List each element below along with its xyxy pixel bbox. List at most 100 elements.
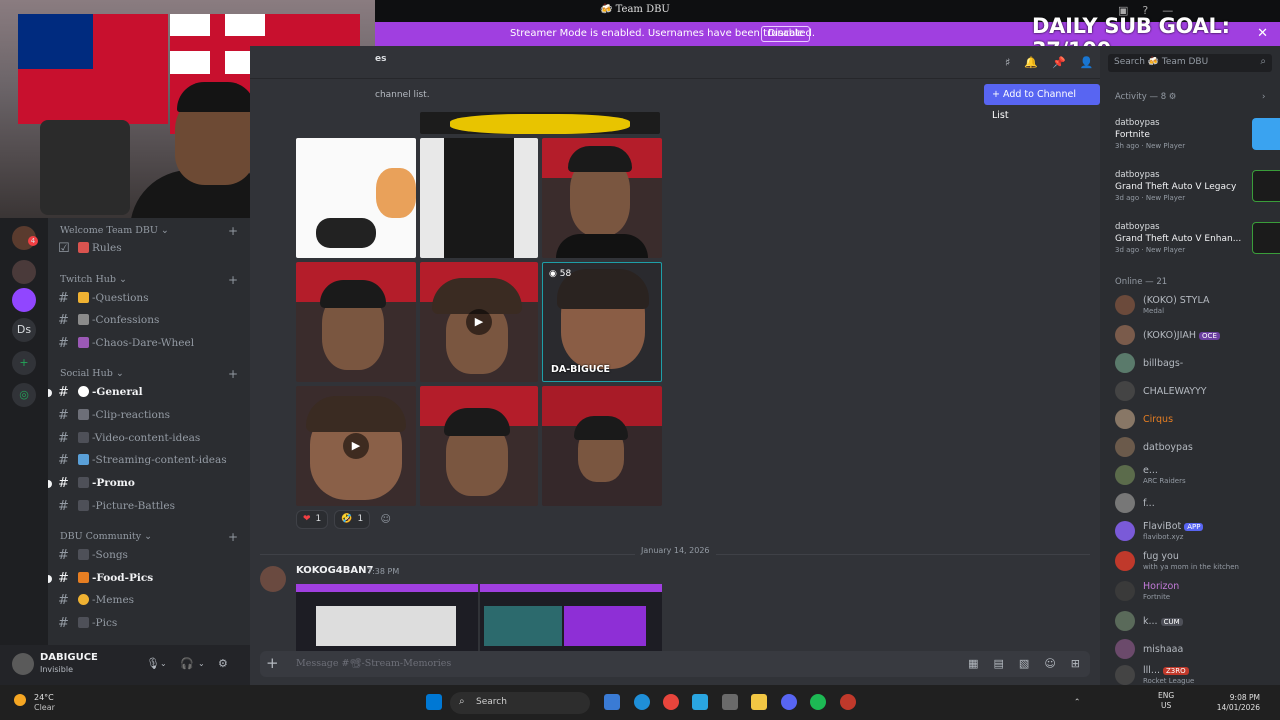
- server-ds[interactable]: Ds: [12, 318, 36, 342]
- taskbar-search[interactable]: ⌕ Search: [450, 692, 590, 714]
- media-tile[interactable]: [296, 262, 416, 382]
- avatar[interactable]: [12, 653, 34, 675]
- laugh-icon: [78, 594, 89, 605]
- media-tile[interactable]: [420, 138, 538, 258]
- channel-chaos-dare-wheel[interactable]: # -Chaos-Dare-Wheel: [58, 334, 244, 354]
- add-attachment-icon[interactable]: +: [266, 654, 279, 672]
- play-icon[interactable]: ▶: [343, 433, 369, 459]
- activity-header[interactable]: Activity — 8 ⚙: [1115, 92, 1176, 102]
- play-icon[interactable]: ▶: [466, 309, 492, 335]
- app-icon[interactable]: [840, 694, 856, 710]
- bell-icon[interactable]: 🔔: [1024, 56, 1038, 69]
- channel-rules[interactable]: ☑ Rules: [58, 239, 244, 259]
- settings-app-icon[interactable]: [722, 694, 738, 710]
- gear-icon[interactable]: ⚙: [218, 657, 228, 670]
- activity-meta: 3d ago · New Player: [1115, 194, 1186, 202]
- category-social-hub[interactable]: Social Hub ⌄ +: [60, 367, 238, 381]
- member-row[interactable]: (KOKO) STYLA Medal: [1115, 294, 1280, 316]
- chevron-down-icon[interactable]: ⌄: [160, 659, 167, 668]
- member-row[interactable]: k... CUM: [1115, 610, 1280, 632]
- media-tile[interactable]: [420, 112, 660, 134]
- avatar[interactable]: [260, 566, 286, 592]
- language-indicator[interactable]: ENG US: [1158, 691, 1174, 711]
- media-tile[interactable]: [542, 386, 662, 506]
- add-channel-icon[interactable]: +: [228, 273, 238, 287]
- apps-icon[interactable]: ⊞: [1071, 657, 1080, 670]
- member-row[interactable]: f...: [1115, 492, 1280, 514]
- chevron-down-icon[interactable]: ⌄: [198, 659, 205, 668]
- member-row[interactable]: billbags-: [1115, 352, 1280, 374]
- add-reaction-icon[interactable]: ☺: [376, 510, 395, 529]
- activity-card[interactable]: datboypas Grand Theft Auto V Enhan... 3d…: [1115, 222, 1280, 272]
- media-tile[interactable]: ◉ 58 DA-BIGUCE: [542, 262, 662, 382]
- headphones-icon[interactable]: 🎧: [180, 657, 194, 670]
- channel-songs[interactable]: # -Songs: [58, 546, 244, 566]
- add-server-icon[interactable]: +: [12, 351, 36, 375]
- chevron-right-icon[interactable]: ›: [1262, 92, 1265, 102]
- media-tile[interactable]: [420, 386, 538, 506]
- member-row[interactable]: FlaviBot APP flavibot.xyz: [1115, 520, 1280, 542]
- start-icon[interactable]: [426, 694, 442, 710]
- media-tile[interactable]: ▶: [420, 262, 538, 382]
- channel-general[interactable]: # -General: [48, 383, 244, 403]
- channel-picture-battles[interactable]: # -Picture-Battles: [58, 497, 244, 517]
- channel-food-pics[interactable]: # -Food-Pics: [48, 569, 244, 589]
- clock[interactable]: 9:08 PM 14/01/2026: [1200, 693, 1260, 713]
- media-tile[interactable]: [542, 138, 662, 258]
- message-composer[interactable]: + Message #📽-Stream-Memories ▦ ▤ ▧ ☺ ⊞: [260, 651, 1090, 677]
- channel-streaming-content-ideas[interactable]: # -Streaming-content-ideas: [58, 451, 244, 471]
- edge-icon[interactable]: [634, 694, 650, 710]
- reaction-laugh[interactable]: 🤣 1: [334, 510, 371, 529]
- category-dbu-community[interactable]: DBU Community ⌄ +: [60, 530, 238, 544]
- channel-promo[interactable]: # -Promo: [48, 474, 244, 494]
- member-row[interactable]: CHALEWAYYY: [1115, 380, 1280, 402]
- add-channel-icon[interactable]: +: [228, 367, 238, 381]
- discover-icon[interactable]: ◎: [12, 383, 36, 407]
- message-author[interactable]: KOKOG4BAN7: [296, 565, 373, 576]
- gif-icon[interactable]: ▤: [994, 657, 1004, 670]
- rules-icon: ☑: [58, 241, 70, 256]
- add-channel-icon[interactable]: +: [228, 224, 238, 238]
- activity-card[interactable]: datboypas Fortnite 3h ago · New Player: [1115, 118, 1280, 168]
- members-icon[interactable]: 👤: [1080, 56, 1094, 69]
- media-tile[interactable]: ▶: [296, 386, 416, 506]
- chrome-icon[interactable]: [663, 694, 679, 710]
- add-channel-icon[interactable]: +: [228, 530, 238, 544]
- app-icon[interactable]: [692, 694, 708, 710]
- server-icon[interactable]: [12, 260, 36, 284]
- channel-questions[interactable]: # -Questions: [58, 289, 244, 309]
- emoji-icon[interactable]: ☺: [1044, 657, 1055, 670]
- pin-icon[interactable]: 📌: [1052, 56, 1066, 69]
- reaction-heart[interactable]: ❤ 1: [296, 510, 329, 529]
- file-explorer-icon[interactable]: [751, 694, 767, 710]
- channel-video-content-ideas[interactable]: # -Video-content-ideas: [58, 429, 244, 449]
- member-row[interactable]: datboypas: [1115, 436, 1280, 458]
- member-row[interactable]: fug you with ya mom in the kitchen: [1115, 550, 1280, 572]
- channel-pics[interactable]: # -Pics: [58, 614, 244, 634]
- add-to-channel-list-button[interactable]: + Add to Channel List: [984, 84, 1100, 121]
- gift-icon[interactable]: ▦: [968, 657, 978, 670]
- disable-button[interactable]: Disable: [761, 26, 811, 42]
- member-row[interactable]: Horizon Fortnite: [1115, 580, 1280, 602]
- member-row[interactable]: Cirqus: [1115, 408, 1280, 430]
- spotify-icon[interactable]: [810, 694, 826, 710]
- threads-icon[interactable]: ♯: [1005, 56, 1010, 69]
- member-row[interactable]: mishaaa: [1115, 638, 1280, 660]
- activity-card[interactable]: datboypas Grand Theft Auto V Legacy 3d a…: [1115, 170, 1280, 220]
- channel-confessions[interactable]: # -Confessions: [58, 311, 244, 331]
- chevron-up-icon[interactable]: ⌃: [1074, 697, 1080, 707]
- twitch-server-icon[interactable]: [12, 288, 36, 312]
- category-welcome[interactable]: Welcome Team DBU ⌄ +: [60, 224, 238, 238]
- discord-icon[interactable]: [781, 694, 797, 710]
- task-view-icon[interactable]: [604, 694, 620, 710]
- channel-clip-reactions[interactable]: # -Clip-reactions: [58, 406, 244, 426]
- search-input[interactable]: Search 🍻 Team DBU ⌕: [1108, 54, 1272, 72]
- member-row[interactable]: (KOKO)JIAH OCE: [1115, 324, 1280, 346]
- member-row[interactable]: lll... Z3RO Rocket League: [1115, 664, 1280, 685]
- microphone-icon[interactable]: 🎙: [146, 657, 160, 670]
- media-tile[interactable]: [296, 138, 416, 258]
- category-twitch-hub[interactable]: Twitch Hub ⌄ +: [60, 273, 238, 287]
- channel-memes[interactable]: # -Memes: [58, 591, 244, 611]
- sticker-icon[interactable]: ▧: [1019, 657, 1029, 670]
- member-row[interactable]: e... ARC Raiders: [1115, 464, 1280, 486]
